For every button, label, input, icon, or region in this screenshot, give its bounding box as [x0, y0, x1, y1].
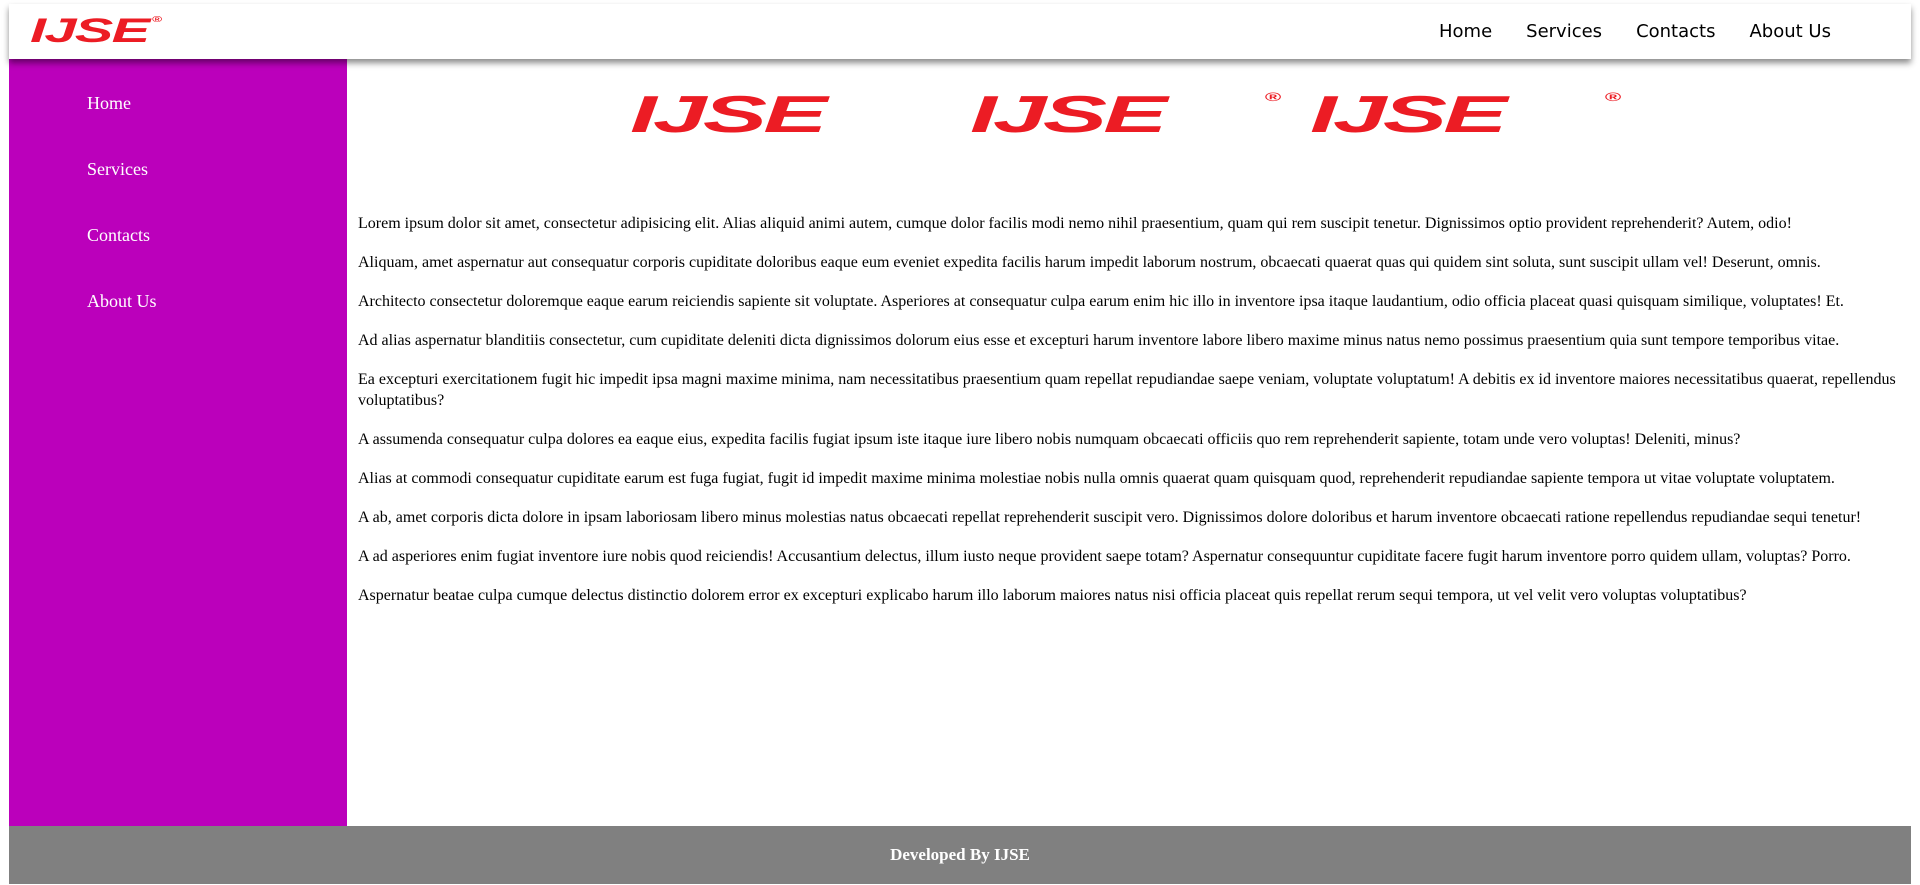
ijse-logo[interactable]: IJSE ® — [30, 12, 162, 50]
paragraph: A ab, amet corporis dicta dolore in ipsa… — [358, 509, 1862, 526]
sidebar-item-home[interactable]: Home — [87, 93, 131, 114]
top-nav-about-us-link[interactable]: About Us — [1749, 21, 1831, 42]
banner-logo-text: IJSE — [630, 86, 827, 144]
paragraph: A assumenda consequatur culpa dolores ea… — [358, 431, 1741, 448]
banner-logo-text: IJSE — [1310, 86, 1507, 144]
banner: IJSE® IJSE® IJSE® — [630, 89, 1650, 141]
paragraph: Alias at commodi consequatur cupiditate … — [358, 470, 1835, 487]
sidebar-item-contacts[interactable]: Contacts — [87, 225, 150, 246]
paragraph: Architecto consectetur doloremque eaque … — [358, 293, 1844, 310]
paragraph: Lorem ipsum dolor sit amet, consectetur … — [358, 215, 1792, 232]
banner-logo-text: IJSE — [970, 86, 1167, 144]
paragraph: A ad asperiores enim fugiat inventore iu… — [358, 548, 1851, 565]
banner-logo: IJSE® — [1310, 89, 1920, 141]
article: Lorem ipsum dolor sit amet, consectetur … — [358, 213, 1908, 624]
top-nav-home-link[interactable]: Home — [1439, 21, 1492, 42]
page: IJSE ® Home Services Contacts About Us Ho… — [9, 4, 1911, 884]
top-nav-contacts-link[interactable]: Contacts — [1636, 21, 1715, 42]
paragraph: Aliquam, amet aspernatur aut consequatur… — [358, 254, 1821, 271]
registered-mark: ® — [152, 15, 162, 24]
sidebar: Home Services Contacts About Us — [9, 59, 347, 826]
footer: Developed By IJSE — [9, 826, 1911, 884]
paragraph: Ea excepturi exercitationem fugit hic im… — [358, 371, 1896, 409]
logo-text: IJSE — [30, 12, 150, 50]
footer-credit: Developed By IJSE — [890, 845, 1030, 864]
top-nav-services-link[interactable]: Services — [1526, 21, 1602, 42]
header: IJSE ® Home Services Contacts About Us — [9, 4, 1911, 59]
paragraph: Ad alias aspernatur blanditiis consectet… — [358, 332, 1840, 349]
main-content: IJSE® IJSE® IJSE® Lorem ipsum dolor sit … — [347, 59, 1911, 826]
sidebar-item-services[interactable]: Services — [87, 159, 148, 180]
paragraph: Aspernatur beatae culpa cumque delectus … — [358, 587, 1747, 604]
top-nav: Home Services Contacts About Us — [1439, 4, 1865, 59]
sidebar-item-about-us[interactable]: About Us — [87, 291, 157, 312]
